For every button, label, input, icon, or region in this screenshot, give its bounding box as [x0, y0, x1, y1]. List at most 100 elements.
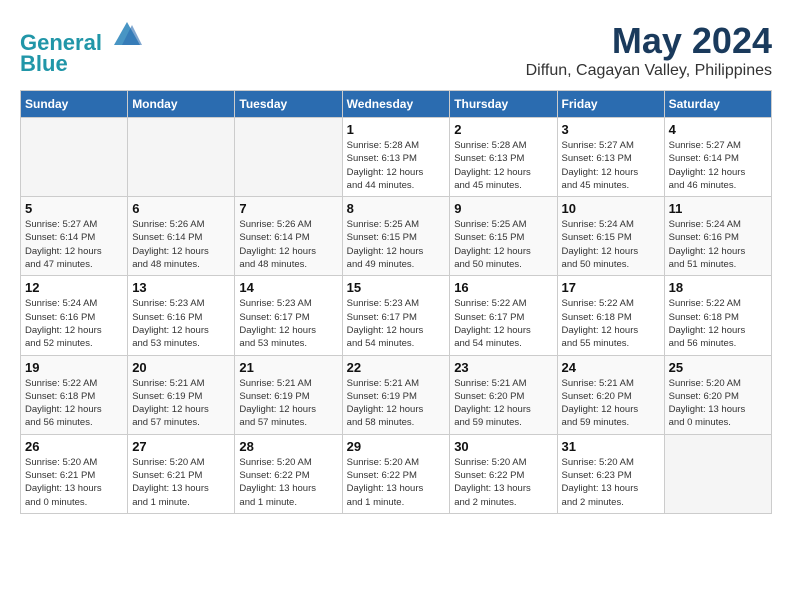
day-info: Sunrise: 5:28 AM Sunset: 6:13 PM Dayligh… — [347, 139, 446, 192]
weekday-header-friday: Friday — [557, 91, 664, 118]
day-info: Sunrise: 5:24 AM Sunset: 6:15 PM Dayligh… — [562, 218, 660, 271]
day-info: Sunrise: 5:27 AM Sunset: 6:13 PM Dayligh… — [562, 139, 660, 192]
day-info: Sunrise: 5:21 AM Sunset: 6:19 PM Dayligh… — [347, 377, 446, 430]
day-info: Sunrise: 5:28 AM Sunset: 6:13 PM Dayligh… — [454, 139, 552, 192]
day-number: 19 — [25, 360, 123, 375]
calendar-cell: 28 Sunrise: 5:20 AM Sunset: 6:22 PM Dayli… — [235, 434, 342, 513]
day-number: 14 — [239, 280, 337, 295]
calendar-week-4: 19Sunrise: 5:22 AM Sunset: 6:18 PM Dayli… — [21, 355, 772, 434]
day-number: 13 — [132, 280, 230, 295]
calendar-cell: 19Sunrise: 5:22 AM Sunset: 6:18 PM Dayli… — [21, 355, 128, 434]
day-number: 23 — [454, 360, 552, 375]
calendar-cell — [235, 118, 342, 197]
logo: General Blue — [20, 20, 142, 77]
calendar-week-2: 5 Sunrise: 5:27 AM Sunset: 6:14 PM Daylig… — [21, 197, 772, 276]
calendar-cell: 8 Sunrise: 5:25 AM Sunset: 6:15 PM Daylig… — [342, 197, 450, 276]
day-info: Sunrise: 5:20 AM Sunset: 6:21 PM Dayligh… — [132, 456, 230, 509]
calendar-week-5: 26 Sunrise: 5:20 AM Sunset: 6:21 PM Dayli… — [21, 434, 772, 513]
calendar-header: SundayMondayTuesdayWednesdayThursdayFrid… — [21, 91, 772, 118]
calendar-cell: 20 Sunrise: 5:21 AM Sunset: 6:19 PM Dayli… — [128, 355, 235, 434]
calendar-cell: 7Sunrise: 5:26 AM Sunset: 6:14 PM Daylig… — [235, 197, 342, 276]
calendar-cell — [664, 434, 771, 513]
calendar-cell: 25Sunrise: 5:20 AM Sunset: 6:20 PM Dayli… — [664, 355, 771, 434]
day-number: 18 — [669, 280, 767, 295]
month-title: May 2024 — [526, 20, 772, 62]
calendar-week-3: 12Sunrise: 5:24 AM Sunset: 6:16 PM Dayli… — [21, 276, 772, 355]
weekday-header-thursday: Thursday — [450, 91, 557, 118]
day-number: 9 — [454, 201, 552, 216]
weekday-header-wednesday: Wednesday — [342, 91, 450, 118]
day-number: 5 — [25, 201, 123, 216]
calendar-cell: 14Sunrise: 5:23 AM Sunset: 6:17 PM Dayli… — [235, 276, 342, 355]
calendar-cell: 1Sunrise: 5:28 AM Sunset: 6:13 PM Daylig… — [342, 118, 450, 197]
day-number: 31 — [562, 439, 660, 454]
day-number: 29 — [347, 439, 446, 454]
day-info: Sunrise: 5:23 AM Sunset: 6:16 PM Dayligh… — [132, 297, 230, 350]
calendar-cell: 24Sunrise: 5:21 AM Sunset: 6:20 PM Dayli… — [557, 355, 664, 434]
day-number: 8 — [347, 201, 446, 216]
calendar-cell: 21 Sunrise: 5:21 AM Sunset: 6:19 PM Dayli… — [235, 355, 342, 434]
calendar-cell: 30Sunrise: 5:20 AM Sunset: 6:22 PM Dayli… — [450, 434, 557, 513]
calendar-week-1: 1Sunrise: 5:28 AM Sunset: 6:13 PM Daylig… — [21, 118, 772, 197]
logo-icon — [112, 20, 142, 50]
day-info: Sunrise: 5:25 AM Sunset: 6:15 PM Dayligh… — [347, 218, 446, 271]
day-number: 11 — [669, 201, 767, 216]
day-info: Sunrise: 5:27 AM Sunset: 6:14 PM Dayligh… — [25, 218, 123, 271]
day-number: 2 — [454, 122, 552, 137]
day-info: Sunrise: 5:21 AM Sunset: 6:19 PM Dayligh… — [239, 377, 337, 430]
calendar-cell: 17 Sunrise: 5:22 AM Sunset: 6:18 PM Dayli… — [557, 276, 664, 355]
day-number: 27 — [132, 439, 230, 454]
day-number: 16 — [454, 280, 552, 295]
calendar-cell: 18Sunrise: 5:22 AM Sunset: 6:18 PM Dayli… — [664, 276, 771, 355]
day-number: 4 — [669, 122, 767, 137]
calendar-cell: 23 Sunrise: 5:21 AM Sunset: 6:20 PM Dayli… — [450, 355, 557, 434]
location-subtitle: Diffun, Cagayan Valley, Philippines — [526, 62, 772, 80]
day-number: 6 — [132, 201, 230, 216]
day-number: 20 — [132, 360, 230, 375]
calendar-cell: 26 Sunrise: 5:20 AM Sunset: 6:21 PM Dayli… — [21, 434, 128, 513]
day-number: 15 — [347, 280, 446, 295]
calendar-cell: 12Sunrise: 5:24 AM Sunset: 6:16 PM Dayli… — [21, 276, 128, 355]
calendar-cell: 2 Sunrise: 5:28 AM Sunset: 6:13 PM Daylig… — [450, 118, 557, 197]
calendar-cell — [21, 118, 128, 197]
day-info: Sunrise: 5:20 AM Sunset: 6:21 PM Dayligh… — [25, 456, 123, 509]
calendar-cell: 3 Sunrise: 5:27 AM Sunset: 6:13 PM Daylig… — [557, 118, 664, 197]
day-number: 22 — [347, 360, 446, 375]
day-info: Sunrise: 5:21 AM Sunset: 6:20 PM Dayligh… — [562, 377, 660, 430]
weekday-header-sunday: Sunday — [21, 91, 128, 118]
day-info: Sunrise: 5:26 AM Sunset: 6:14 PM Dayligh… — [239, 218, 337, 271]
day-info: Sunrise: 5:24 AM Sunset: 6:16 PM Dayligh… — [25, 297, 123, 350]
calendar-cell: 5 Sunrise: 5:27 AM Sunset: 6:14 PM Daylig… — [21, 197, 128, 276]
weekday-header-row: SundayMondayTuesdayWednesdayThursdayFrid… — [21, 91, 772, 118]
day-info: Sunrise: 5:20 AM Sunset: 6:22 PM Dayligh… — [239, 456, 337, 509]
calendar-cell: 6Sunrise: 5:26 AM Sunset: 6:14 PM Daylig… — [128, 197, 235, 276]
day-number: 30 — [454, 439, 552, 454]
day-info: Sunrise: 5:23 AM Sunset: 6:17 PM Dayligh… — [347, 297, 446, 350]
calendar-cell: 11 Sunrise: 5:24 AM Sunset: 6:16 PM Dayli… — [664, 197, 771, 276]
day-number: 26 — [25, 439, 123, 454]
day-number: 3 — [562, 122, 660, 137]
day-info: Sunrise: 5:25 AM Sunset: 6:15 PM Dayligh… — [454, 218, 552, 271]
day-info: Sunrise: 5:20 AM Sunset: 6:23 PM Dayligh… — [562, 456, 660, 509]
day-info: Sunrise: 5:21 AM Sunset: 6:19 PM Dayligh… — [132, 377, 230, 430]
title-block: May 2024 Diffun, Cagayan Valley, Philipp… — [526, 20, 772, 80]
calendar-cell: 13 Sunrise: 5:23 AM Sunset: 6:16 PM Dayli… — [128, 276, 235, 355]
day-number: 28 — [239, 439, 337, 454]
day-info: Sunrise: 5:27 AM Sunset: 6:14 PM Dayligh… — [669, 139, 767, 192]
calendar-cell: 31 Sunrise: 5:20 AM Sunset: 6:23 PM Dayli… — [557, 434, 664, 513]
calendar-cell — [128, 118, 235, 197]
day-info: Sunrise: 5:22 AM Sunset: 6:18 PM Dayligh… — [562, 297, 660, 350]
day-info: Sunrise: 5:24 AM Sunset: 6:16 PM Dayligh… — [669, 218, 767, 271]
day-number: 17 — [562, 280, 660, 295]
day-info: Sunrise: 5:21 AM Sunset: 6:20 PM Dayligh… — [454, 377, 552, 430]
calendar-table: SundayMondayTuesdayWednesdayThursdayFrid… — [20, 90, 772, 514]
page-header: General Blue May 2024 Diffun, Cagayan Va… — [20, 20, 772, 80]
calendar-cell: 10 Sunrise: 5:24 AM Sunset: 6:15 PM Dayli… — [557, 197, 664, 276]
weekday-header-saturday: Saturday — [664, 91, 771, 118]
weekday-header-monday: Monday — [128, 91, 235, 118]
day-number: 21 — [239, 360, 337, 375]
calendar-cell: 9 Sunrise: 5:25 AM Sunset: 6:15 PM Daylig… — [450, 197, 557, 276]
calendar-body: 1Sunrise: 5:28 AM Sunset: 6:13 PM Daylig… — [21, 118, 772, 514]
day-number: 10 — [562, 201, 660, 216]
calendar-cell: 4 Sunrise: 5:27 AM Sunset: 6:14 PM Daylig… — [664, 118, 771, 197]
